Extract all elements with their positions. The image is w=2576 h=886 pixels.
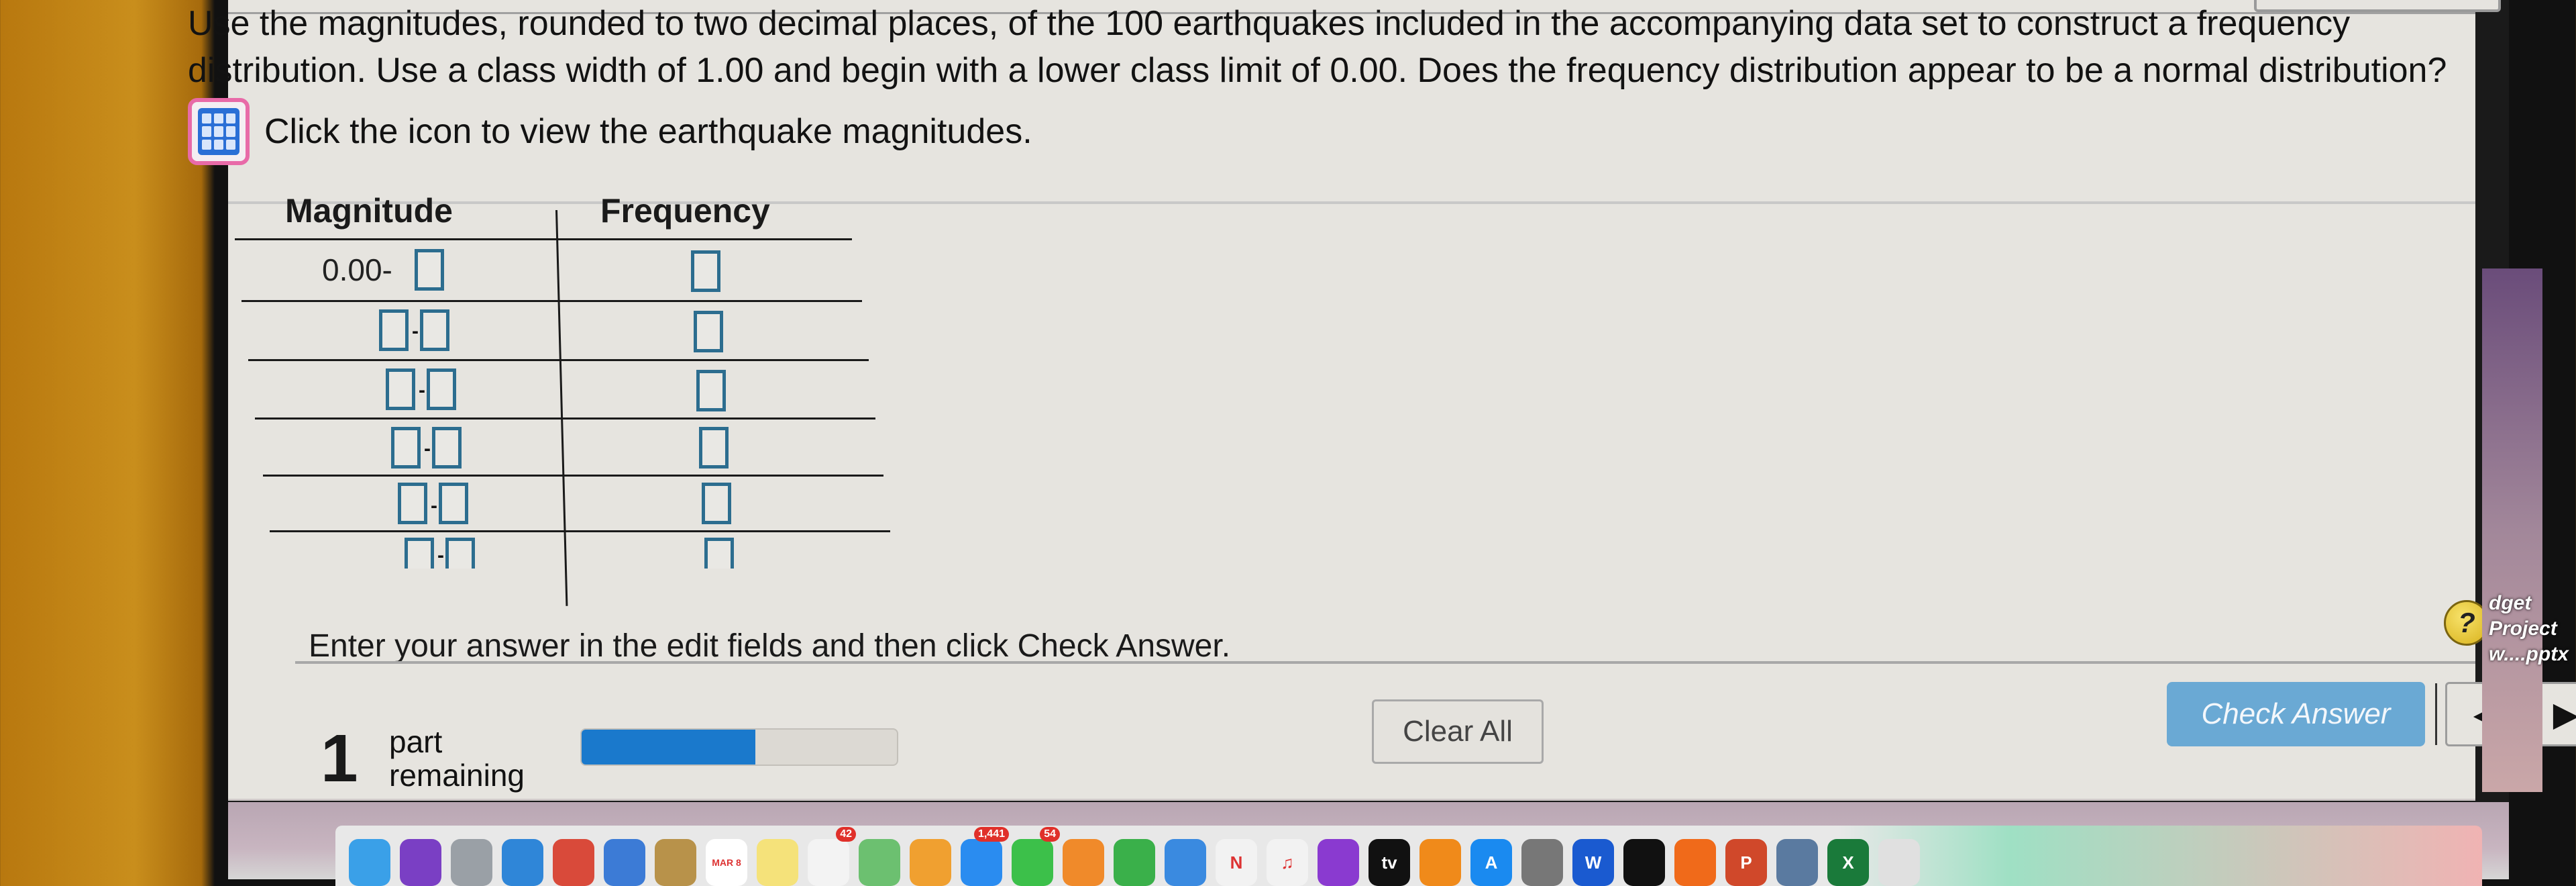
upper-limit-input-4[interactable] — [432, 427, 462, 469]
parts-label-line-2: remaining — [389, 758, 525, 793]
table-row: 0.00- — [228, 244, 852, 301]
dock-icon-label: A — [1485, 852, 1498, 873]
range-dash: - — [419, 379, 425, 401]
nav-separator — [2435, 683, 2437, 745]
progress-fill — [582, 730, 755, 765]
row-rule — [263, 475, 883, 477]
table-row: - — [228, 423, 852, 481]
desktop-file-label[interactable]: dget Project w....pptx — [2489, 591, 2576, 667]
desktop-file-name-1: dget Project — [2489, 592, 2557, 640]
clear-all-button[interactable]: Clear All — [1372, 699, 1544, 764]
data-link-text: Click the icon to view the earthquake ma… — [264, 112, 1032, 151]
lower-limit-input-3[interactable] — [386, 368, 415, 410]
upper-limit-input-6[interactable] — [445, 538, 475, 569]
instruction-text: Enter your answer in the edit fields and… — [309, 628, 1231, 664]
frequency-input-6[interactable] — [704, 538, 734, 569]
range-dash: - — [431, 495, 437, 517]
content-divider — [228, 201, 2475, 204]
upper-limit-input-3[interactable] — [427, 368, 456, 410]
question-page: Use the magnitudes, rounded to two decim… — [188, 0, 2576, 801]
dock-icon-label: ♫ — [1281, 852, 1294, 873]
header-rule — [235, 238, 852, 240]
help-label: ? — [2458, 607, 2475, 638]
upper-limit-input-1[interactable] — [415, 249, 444, 291]
dock-badge: 42 — [836, 827, 856, 842]
table-row: - — [228, 305, 852, 363]
range-dash: - — [424, 438, 431, 460]
dock-icon-label: W — [1585, 852, 1602, 873]
lower-limit-input-2[interactable] — [379, 309, 409, 351]
frequency-input-2[interactable] — [694, 311, 723, 352]
frequency-input-1[interactable] — [691, 250, 720, 292]
data-table-icon[interactable] — [188, 98, 250, 165]
footer-divider — [295, 661, 2475, 664]
lower-limit-fixed: 0.00- — [322, 252, 392, 287]
header-magnitude: Magnitude — [285, 192, 453, 230]
upper-limit-input-5[interactable] — [439, 483, 468, 524]
row-rule — [255, 417, 875, 420]
upper-limit-input-2[interactable] — [420, 309, 449, 351]
lower-limit-input-6[interactable] — [405, 538, 434, 569]
dock: MAR 8 42 1,441 54 N ♫ tv A W P X — [335, 826, 2482, 886]
question-line-2: distribution. Use a class width of 1.00 … — [188, 51, 2447, 90]
row-rule — [270, 530, 890, 532]
dock-icon-label: tv — [1381, 852, 1397, 873]
row-rule — [248, 359, 869, 361]
frequency-input-5[interactable] — [702, 483, 731, 524]
check-answer-button[interactable]: Check Answer — [2167, 682, 2425, 746]
question-line-1: Use the magnitudes, rounded to two decim… — [188, 4, 2351, 43]
question-text: Use the magnitudes, rounded to two decim… — [188, 0, 2469, 165]
desktop-file-name-2: w....pptx — [2489, 643, 2569, 665]
frequency-input-4[interactable] — [699, 427, 729, 469]
table-row: - — [228, 480, 852, 538]
range-dash: - — [437, 544, 444, 567]
dock-icon-label: X — [1842, 852, 1854, 873]
dock-badge: 54 — [1040, 827, 1060, 842]
range-dash: - — [412, 320, 419, 342]
table-row: - — [228, 364, 852, 422]
table-row: - — [228, 535, 852, 569]
desktop-wallpaper-strip — [2482, 268, 2542, 792]
parts-label-line-1: part — [389, 724, 443, 759]
parts-remaining-label: part remaining — [389, 725, 525, 792]
dock-icon-label: P — [1740, 852, 1752, 873]
lower-limit-input-5[interactable] — [398, 483, 427, 524]
lower-limit-input-4[interactable] — [391, 427, 421, 469]
progress-bar — [580, 728, 898, 766]
header-frequency: Frequency — [600, 192, 770, 230]
data-link-row: Click the icon to view the earthquake ma… — [188, 98, 2469, 165]
dock-icon-label: MAR 8 — [712, 857, 741, 868]
row-rule — [241, 300, 862, 302]
screen: Use the magnitudes, rounded to two decim… — [188, 0, 2576, 886]
dock-badge: 1,441 — [973, 827, 1009, 842]
parts-remaining-count: 1 — [321, 721, 358, 796]
frequency-input-3[interactable] — [696, 370, 726, 411]
dock-icon-label: N — [1230, 852, 1243, 873]
